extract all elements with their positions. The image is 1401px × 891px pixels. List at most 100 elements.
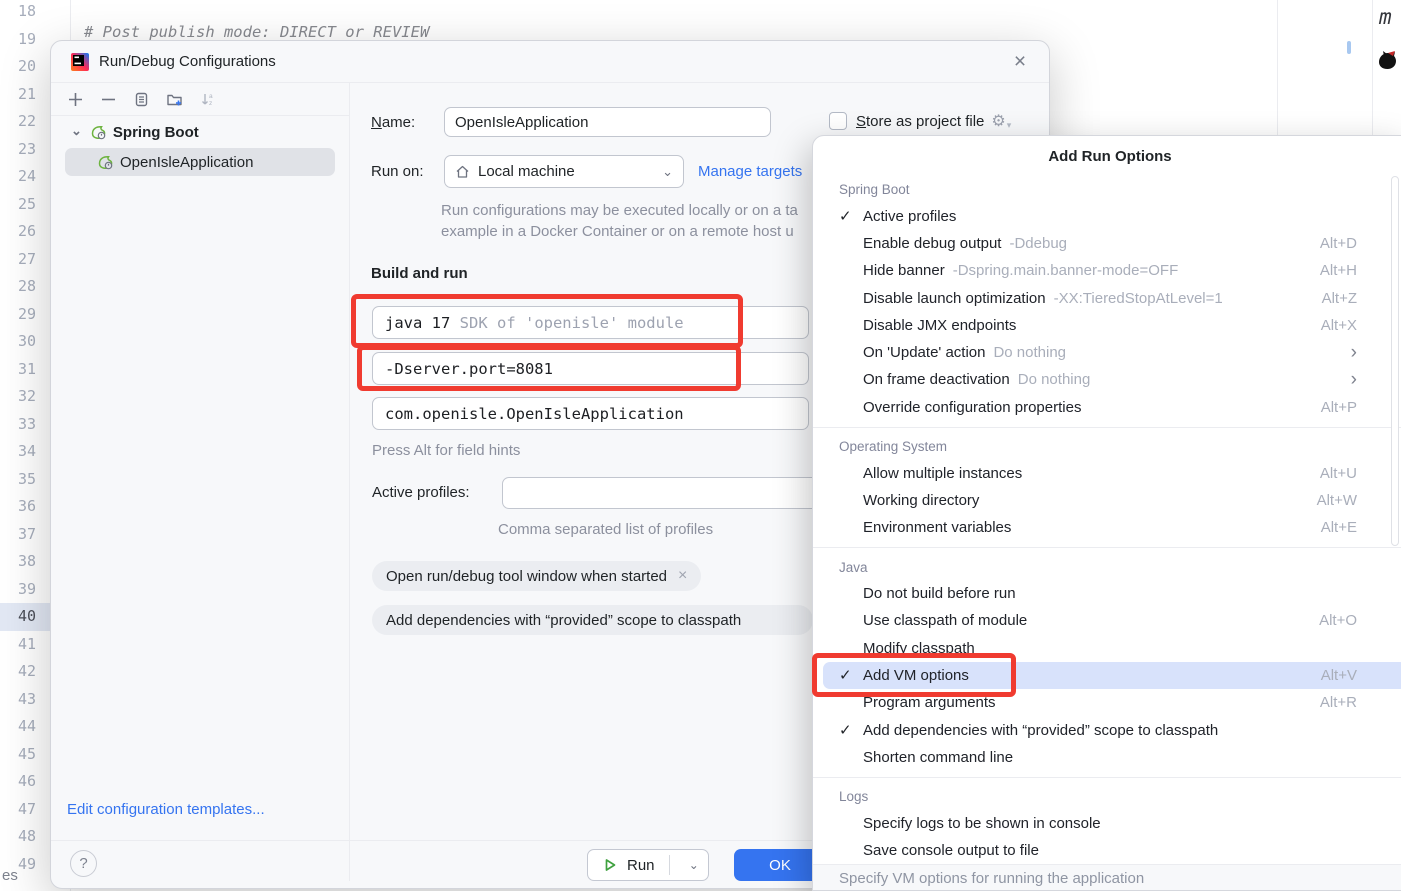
chip-label: Open run/debug tool window when started bbox=[386, 568, 667, 585]
menu-item-environment-variables[interactable]: Environment variables Alt+E bbox=[813, 514, 1401, 541]
menu-separator bbox=[813, 427, 1401, 428]
dialog-title: Run/Debug Configurations bbox=[99, 53, 276, 70]
main-class-field[interactable]: com.openisle.OpenIsleApplication bbox=[372, 397, 809, 430]
menu-item-label: Disable launch optimization bbox=[863, 290, 1046, 307]
shortcut-label: Alt+D bbox=[1320, 235, 1357, 252]
home-icon bbox=[455, 164, 470, 179]
manage-targets-link[interactable]: Manage targets bbox=[698, 163, 802, 180]
editor-comment-line: # Post publish mode: DIRECT or REVIEW bbox=[84, 23, 429, 41]
target-help-line2: example in a Docker Container or on a re… bbox=[441, 223, 794, 240]
add-run-options-popup: Add Run Options Spring Boot ✓ Active pro… bbox=[812, 135, 1401, 891]
menu-item-enable-debug-output[interactable]: Enable debug output -Ddebug Alt+D bbox=[813, 230, 1401, 257]
menu-item-label: Hide banner bbox=[863, 262, 945, 279]
active-profiles-label: Active profiles: bbox=[372, 484, 470, 501]
popup-status-hint: Specify VM options for running the appli… bbox=[813, 864, 1401, 890]
menu-item-working-directory[interactable]: Working directory Alt+W bbox=[813, 487, 1401, 514]
tree-node-openisleapplication-selected[interactable]: OpenIsleApplication bbox=[65, 148, 335, 176]
menu-item-save-console-output[interactable]: Save console output to file bbox=[813, 837, 1401, 864]
menu-item-label: Do not build before run bbox=[863, 585, 1016, 602]
shortcut-label: Alt+X bbox=[1321, 317, 1357, 334]
remove-configuration-icon[interactable] bbox=[100, 91, 117, 108]
close-icon[interactable]: × bbox=[1007, 49, 1033, 75]
menu-item-hint: -Ddebug bbox=[1009, 235, 1067, 252]
menu-separator bbox=[813, 547, 1401, 548]
menu-item-label: Working directory bbox=[863, 492, 979, 509]
gear-icon[interactable]: ⚙ bbox=[991, 111, 1005, 131]
button-divider bbox=[669, 855, 670, 875]
menu-item-label: Specify logs to be shown in console bbox=[863, 815, 1101, 832]
editor-divider-line bbox=[1277, 0, 1278, 137]
store-as-project-file-checkbox[interactable] bbox=[829, 112, 847, 130]
sort-alphabetically-icon[interactable]: a z bbox=[199, 91, 216, 108]
active-profiles-input[interactable] bbox=[502, 477, 859, 509]
menu-section-spring-boot: Spring Boot bbox=[813, 177, 1401, 203]
tree-node-spring-boot[interactable]: ⌄ Spring Boot bbox=[51, 119, 349, 146]
menu-item-label: On 'Update' action bbox=[863, 344, 985, 361]
editor-text-fragment-top: m bbox=[1379, 5, 1392, 29]
alt-field-hint: Press Alt for field hints bbox=[372, 442, 520, 459]
run-button-label: Run bbox=[627, 857, 655, 874]
shortcut-label: Alt+W bbox=[1317, 492, 1357, 509]
shortcut-label: Alt+Z bbox=[1322, 290, 1357, 307]
menu-item-label: Enable debug output bbox=[863, 235, 1001, 252]
menu-section-operating-system: Operating System bbox=[813, 434, 1401, 460]
tree-node-label: Spring Boot bbox=[113, 124, 199, 141]
menu-item-label: Add dependencies with “provided” scope t… bbox=[863, 722, 1218, 739]
run-on-select[interactable]: Local machine ⌄ bbox=[444, 155, 684, 188]
menu-item-use-classpath-of-module[interactable]: Use classpath of module Alt+O bbox=[813, 607, 1401, 634]
menu-item-on-frame-deactivation[interactable]: On frame deactivation Do nothing › bbox=[813, 366, 1401, 393]
chevron-down-icon[interactable]: ⌄ bbox=[679, 858, 699, 872]
checkmark-icon: ✓ bbox=[839, 207, 863, 225]
menu-item-hide-banner[interactable]: Hide banner -Dspring.main.banner-mode=OF… bbox=[813, 257, 1401, 284]
menu-item-active-profiles[interactable]: ✓ Active profiles bbox=[813, 203, 1401, 230]
menu-item-allow-multiple-instances[interactable]: Allow multiple instances Alt+U bbox=[813, 459, 1401, 486]
menu-separator bbox=[813, 777, 1401, 778]
checkmark-icon: ✓ bbox=[839, 721, 863, 739]
remove-chip-icon[interactable]: × bbox=[678, 567, 687, 585]
help-button[interactable]: ? bbox=[70, 850, 97, 877]
menu-item-disable-launch-optimization[interactable]: Disable launch optimization -XX:TieredSt… bbox=[813, 284, 1401, 311]
ok-button-label: OK bbox=[769, 857, 791, 874]
menu-item-override-configuration-properties[interactable]: Override configuration properties Alt+P bbox=[813, 393, 1401, 420]
menu-item-add-provided-scope-dependencies[interactable]: ✓ Add dependencies with “provided” scope… bbox=[813, 716, 1401, 743]
menu-item-shorten-command-line[interactable]: Shorten command line bbox=[813, 744, 1401, 771]
popup-title: Add Run Options bbox=[813, 136, 1401, 169]
edit-configuration-templates-link[interactable]: Edit configuration templates... bbox=[67, 801, 265, 818]
run-button[interactable]: Run ⌄ bbox=[587, 849, 709, 881]
name-input[interactable]: OpenIsleApplication bbox=[444, 107, 771, 137]
chevron-down-icon[interactable]: ⌄ bbox=[71, 123, 82, 139]
scrollbar-marker bbox=[1347, 41, 1351, 54]
menu-item-label: Save console output to file bbox=[863, 842, 1039, 859]
spring-boot-icon bbox=[90, 124, 107, 141]
spring-boot-icon bbox=[97, 154, 114, 171]
run-on-value: Local machine bbox=[478, 163, 575, 180]
shortcut-label: Alt+U bbox=[1320, 465, 1357, 482]
add-configuration-icon[interactable] bbox=[67, 91, 84, 108]
chip-label: Add dependencies with “provided” scope t… bbox=[386, 612, 741, 629]
copy-configuration-icon[interactable] bbox=[133, 91, 150, 108]
shortcut-label: Alt+P bbox=[1321, 399, 1357, 416]
new-folder-icon[interactable] bbox=[166, 91, 183, 108]
menu-item-specify-logs-console[interactable]: Specify logs to be shown in console bbox=[813, 810, 1401, 837]
annotation-rect-vm-options-field bbox=[357, 345, 741, 391]
store-as-project-file-row[interactable]: Store as project file ⚙ ▾ bbox=[829, 111, 1011, 131]
main-class-value: com.openisle.OpenIsleApplication bbox=[385, 405, 684, 423]
popup-scrollbar[interactable] bbox=[1391, 176, 1399, 546]
menu-item-do-not-build-before-run[interactable]: Do not build before run bbox=[813, 580, 1401, 607]
shortcut-label: Alt+V bbox=[1321, 667, 1357, 684]
annotation-rect-jre-field bbox=[351, 294, 743, 348]
menu-item-label: Allow multiple instances bbox=[863, 465, 1022, 482]
play-icon bbox=[602, 857, 618, 873]
menu-item-on-update-action[interactable]: On 'Update' action Do nothing › bbox=[813, 339, 1401, 366]
menu-item-disable-jmx-endpoints[interactable]: Disable JMX endpoints Alt+X bbox=[813, 312, 1401, 339]
active-profiles-hint: Comma separated list of profiles bbox=[498, 521, 713, 538]
submenu-chevron-icon: › bbox=[1351, 370, 1357, 389]
chip-provided-scope[interactable]: Add dependencies with “provided” scope t… bbox=[372, 605, 813, 635]
panel-divider bbox=[349, 83, 350, 881]
shortcut-label: Alt+E bbox=[1321, 519, 1357, 536]
menu-item-hint: -Dspring.main.banner-mode=OFF bbox=[953, 262, 1179, 279]
chip-open-tool-window[interactable]: Open run/debug tool window when started … bbox=[372, 561, 701, 591]
submenu-chevron-icon: › bbox=[1351, 343, 1357, 362]
menu-item-label: Shorten command line bbox=[863, 749, 1013, 766]
menu-item-label: Active profiles bbox=[863, 208, 956, 225]
